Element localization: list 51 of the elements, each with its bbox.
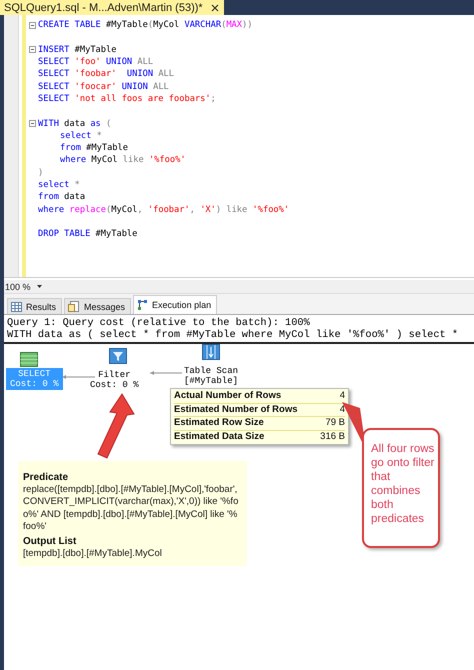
document-icon — [68, 301, 80, 312]
code-line: select * — [38, 180, 80, 190]
collapse-icon[interactable] — [29, 120, 36, 128]
result-icon — [20, 352, 38, 367]
code-line: DROP TABLE #MyTable — [38, 229, 138, 240]
tooltip-heading: Predicate — [23, 471, 70, 484]
property-value: 316 B — [320, 430, 345, 443]
connector-arrow — [150, 371, 182, 375]
property-value: 4 — [340, 390, 345, 402]
tooltip-text: [tempdb].[dbo].[#MyTable].MyCol — [23, 548, 163, 560]
plan-node-label[interactable]: Table Scan [#MyTable] — [184, 366, 238, 386]
connector-arrow — [62, 375, 96, 379]
code-line: SELECT 'foo' UNION ALL — [38, 57, 154, 68]
code-line: from #MyTable — [59, 143, 128, 154]
result-tab[interactable]: Messages — [64, 298, 132, 314]
property-name: Estimated Number of Rows — [174, 404, 298, 416]
plan-node-label[interactable]: Filter Cost: 0 % — [90, 370, 139, 390]
grid-icon — [11, 302, 22, 312]
code-line: select * — [59, 130, 102, 141]
tooltip-text: replace([tempdb].[dbo].[#MyTable].[MyCol],'foobar',CONVERT_IMPLICIT(varchar(max),'X',0)) like '%foo%' AND [tempdb].[dbo].[#MyTable].[MyCol] like '%foo%' — [23, 484, 239, 534]
arrow-annotation — [97, 393, 135, 459]
callout-text: All four rows go onto filter that combines both predicates — [362, 428, 440, 548]
query-text: Query 1: Query cost (relative to the batch): 100% — [7, 317, 311, 329]
code-line: WITH data as ( — [38, 118, 112, 129]
code-line: SELECT 'not all foos are foobars'; — [38, 94, 216, 104]
code-line: INSERT #MyTable — [38, 44, 116, 55]
code-line: where replace(MyCol, 'foobar', 'X') like '%foo%' — [38, 204, 290, 215]
zoom-dropdown[interactable]: 100 % — [4, 282, 51, 292]
property-name: Actual Number of Rows — [174, 390, 282, 402]
property-value: 4 — [340, 404, 345, 416]
close-icon[interactable] — [210, 4, 219, 12]
filter-icon — [109, 348, 127, 364]
table-scan-icon — [202, 344, 220, 360]
result-tab[interactable]: Execution plan — [133, 295, 218, 314]
query-text: WITH data as ( select * from #MyTable where MyCol like '%foo%' ) select * — [7, 329, 460, 341]
code-line: from data — [38, 192, 86, 202]
property-name: Estimated Data Size — [174, 430, 264, 443]
code-line: ) — [38, 168, 44, 178]
tooltip-heading: Output List — [23, 535, 78, 548]
collapse-icon[interactable] — [29, 46, 36, 54]
property-name: Estimated Row Size — [174, 417, 264, 430]
code-line: SELECT 'foobar' UNION ALL — [38, 69, 174, 80]
plan-icon — [137, 299, 148, 311]
collapse-icon[interactable] — [29, 22, 36, 29]
document-tab[interactable]: SQLQuery1.sql - M...Adven\Martin (53))* — [0, 0, 224, 15]
result-tab[interactable]: Results — [7, 298, 62, 314]
property-value: 79 B — [325, 417, 345, 430]
code-line: CREATE TABLE #MyTable(MyCol VARCHAR(MAX)) — [38, 20, 252, 30]
caret-icon — [36, 285, 42, 288]
code-line: SELECT 'foocar' UNION ALL — [38, 82, 169, 92]
code-line: where MyCol like '%foo%' — [59, 155, 186, 166]
